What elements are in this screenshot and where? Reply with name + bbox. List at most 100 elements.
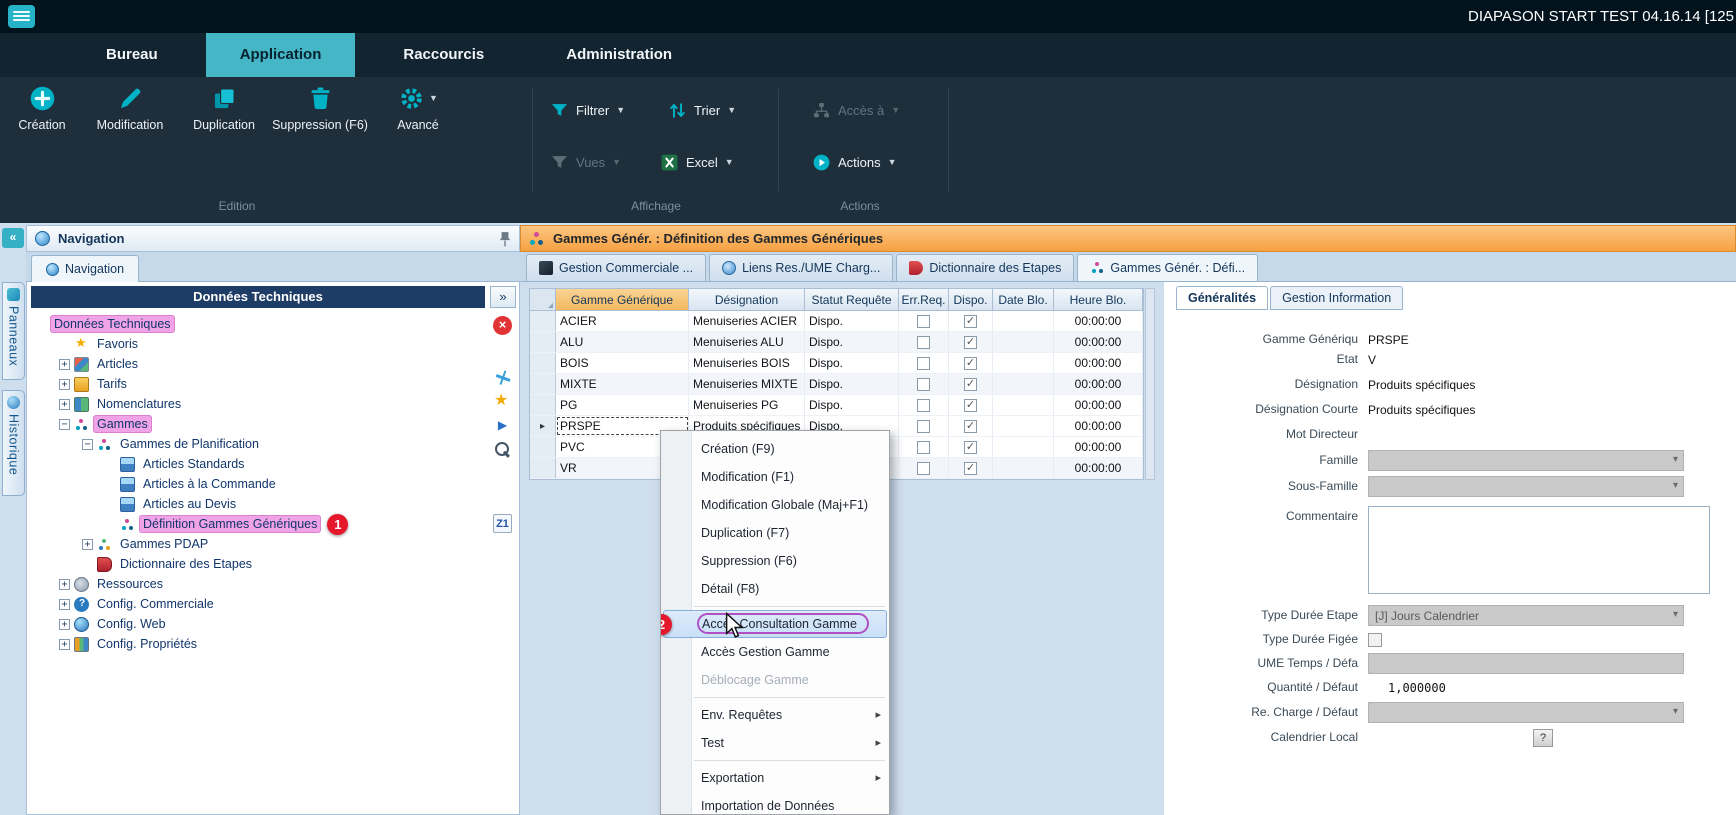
- menu-item-detail-f8[interactable]: Détail (F8): [661, 575, 889, 603]
- cell-date-blo[interactable]: [993, 374, 1054, 394]
- tree-item-label[interactable]: Articles Standards: [140, 456, 247, 472]
- tree-item-label[interactable]: Articles à la Commande: [140, 476, 279, 492]
- tree-item-label[interactable]: Config. Propriétés: [94, 636, 200, 652]
- table-row-acier[interactable]: ACIERMenuiseries ACIERDispo.✓00:00:00: [530, 311, 1143, 332]
- cell-statut-requete[interactable]: Dispo.: [805, 311, 899, 331]
- cell-heure-blo[interactable]: 00:00:00: [1054, 395, 1143, 415]
- cell-heure-blo[interactable]: 00:00:00: [1054, 311, 1143, 331]
- tab-generalites[interactable]: Généralités: [1176, 286, 1268, 310]
- tree-item-label[interactable]: Nomenclatures: [94, 396, 184, 412]
- tree-item-label[interactable]: Articles: [94, 356, 141, 372]
- grid-vertical-scrollbar[interactable]: [1145, 288, 1155, 480]
- expand-icon[interactable]: +: [59, 399, 70, 410]
- cell-date-blo[interactable]: [993, 332, 1054, 352]
- tree-item-donnees-techniques[interactable]: Données Techniques: [30, 314, 487, 334]
- column-header-err-req[interactable]: Err.Req.: [899, 289, 949, 310]
- tree-item-tarifs[interactable]: +Tarifs: [30, 374, 487, 394]
- cell-err-req[interactable]: [899, 311, 949, 331]
- menu-item-acces-gestion-gamme[interactable]: Accès Gestion Gamme: [661, 638, 889, 666]
- table-row-alu[interactable]: ALUMenuiseries ALUDispo.✓00:00:00: [530, 332, 1143, 353]
- go-arrow-icon[interactable]: ▶: [493, 416, 512, 435]
- cell-err-req[interactable]: [899, 353, 949, 373]
- cell-heure-blo[interactable]: 00:00:00: [1054, 458, 1143, 478]
- cell-statut-requete[interactable]: Dispo.: [805, 353, 899, 373]
- tree-item-config-commerciale[interactable]: + Config. Commerciale: [30, 594, 487, 614]
- tab-gestion-commerciale[interactable]: Gestion Commerciale ...: [526, 254, 706, 281]
- grid-corner-cell[interactable]: [530, 289, 556, 310]
- cell-dispo[interactable]: ✓: [949, 458, 993, 478]
- tree-item-config-web[interactable]: +Config. Web: [30, 614, 487, 634]
- row-selector[interactable]: [530, 374, 556, 394]
- tree-item-dictionnaire-des-etapes[interactable]: Dictionnaire des Etapes: [30, 554, 487, 574]
- cell-date-blo[interactable]: [993, 437, 1054, 457]
- tree-item-label[interactable]: Config. Commerciale: [94, 596, 217, 612]
- cell-heure-blo[interactable]: 00:00:00: [1054, 416, 1143, 436]
- cell-err-req[interactable]: [899, 332, 949, 352]
- cell-dispo[interactable]: ✓: [949, 416, 993, 436]
- tab-raccourcis[interactable]: Raccourcis: [369, 33, 518, 77]
- calendar-help-button[interactable]: ?: [1533, 729, 1553, 747]
- tree-item-label[interactable]: Données Techniques: [51, 316, 174, 332]
- tree-item-label[interactable]: Ressources: [94, 576, 166, 592]
- tree-item-nomenclatures[interactable]: + Nomenclatures: [30, 394, 487, 414]
- tree-item-ressources[interactable]: +Ressources: [30, 574, 487, 594]
- close-icon[interactable]: ×: [493, 316, 512, 335]
- tree-item-gammes-de-planification[interactable]: −Gammes de Planification: [30, 434, 487, 454]
- creation-button[interactable]: Création: [2, 85, 82, 161]
- menu-item-importation-de-donnees[interactable]: Importation de Données: [661, 792, 889, 815]
- tree-item-label[interactable]: Favoris: [94, 336, 141, 352]
- cell-date-blo[interactable]: [993, 458, 1054, 478]
- cell-date-blo[interactable]: [993, 416, 1054, 436]
- cell-dispo[interactable]: ✓: [949, 395, 993, 415]
- cell-heure-blo[interactable]: 00:00:00: [1054, 374, 1143, 394]
- pin-icon[interactable]: [499, 231, 511, 247]
- cell-dispo[interactable]: ✓: [949, 332, 993, 352]
- cell-err-req[interactable]: [899, 395, 949, 415]
- cell-dispo[interactable]: ✓: [949, 353, 993, 373]
- comment-textarea[interactable]: [1368, 506, 1710, 594]
- cell-date-blo[interactable]: [993, 311, 1054, 331]
- z1-icon[interactable]: Z1: [493, 514, 512, 533]
- cell-gamme-generique[interactable]: BOIS: [556, 353, 689, 373]
- side-tab-historique[interactable]: Historique: [2, 390, 25, 496]
- tab-application[interactable]: Application: [206, 33, 356, 77]
- cell-dispo[interactable]: ✓: [949, 311, 993, 331]
- cell-err-req[interactable]: [899, 458, 949, 478]
- tree-item-gammes[interactable]: − Gammes: [30, 414, 487, 434]
- collapse-icon[interactable]: −: [59, 419, 70, 430]
- tree-item-label[interactable]: Articles au Devis: [140, 496, 239, 512]
- row-selector[interactable]: [530, 458, 556, 478]
- tree-item-articles-a-la-commande[interactable]: Articles à la Commande: [30, 474, 487, 494]
- duplication-button[interactable]: Duplication: [178, 85, 270, 161]
- row-selector[interactable]: [530, 332, 556, 352]
- column-header-gamme-generique[interactable]: Gamme Générique: [556, 289, 689, 310]
- cell-date-blo[interactable]: [993, 353, 1054, 373]
- snowflake-icon[interactable]: [490, 365, 514, 389]
- menu-item-env-requetes[interactable]: Env. Requêtes▸: [661, 701, 889, 729]
- expand-icon[interactable]: +: [59, 599, 70, 610]
- menu-item-creation-f9[interactable]: Création (F9): [661, 435, 889, 463]
- filtrer-button[interactable]: Filtrer ▼: [550, 95, 625, 125]
- cell-date-blo[interactable]: [993, 395, 1054, 415]
- cell-designation[interactable]: Menuiseries ACIER: [689, 311, 805, 331]
- cell-dispo[interactable]: ✓: [949, 437, 993, 457]
- column-header-dispo[interactable]: Dispo.: [949, 289, 993, 310]
- tree-item-label[interactable]: Définition Gammes Génériques: [140, 516, 320, 532]
- cell-statut-requete[interactable]: Dispo.: [805, 332, 899, 352]
- expand-icon[interactable]: +: [59, 619, 70, 630]
- tree-item-label[interactable]: Gammes: [94, 416, 151, 432]
- suppression-button[interactable]: Suppression (F6): [272, 85, 368, 161]
- column-header-date-blo[interactable]: Date Blo.: [993, 289, 1054, 310]
- side-tab-panneaux[interactable]: Panneaux: [2, 282, 25, 380]
- column-header-heure-blo[interactable]: Heure Blo.: [1054, 289, 1143, 310]
- collapse-panel-button[interactable]: «: [2, 228, 24, 248]
- cell-dispo[interactable]: ✓: [949, 374, 993, 394]
- cell-heure-blo[interactable]: 00:00:00: [1054, 332, 1143, 352]
- expand-icon[interactable]: +: [82, 539, 93, 550]
- menu-item-suppression-f6[interactable]: Suppression (F6): [661, 547, 889, 575]
- tree-item-label[interactable]: Tarifs: [94, 376, 130, 392]
- collapse-icon[interactable]: −: [82, 439, 93, 450]
- cell-heure-blo[interactable]: 00:00:00: [1054, 437, 1143, 457]
- table-row-bois[interactable]: BOISMenuiseries BOISDispo.✓00:00:00: [530, 353, 1143, 374]
- cell-designation[interactable]: Menuiseries MIXTE: [689, 374, 805, 394]
